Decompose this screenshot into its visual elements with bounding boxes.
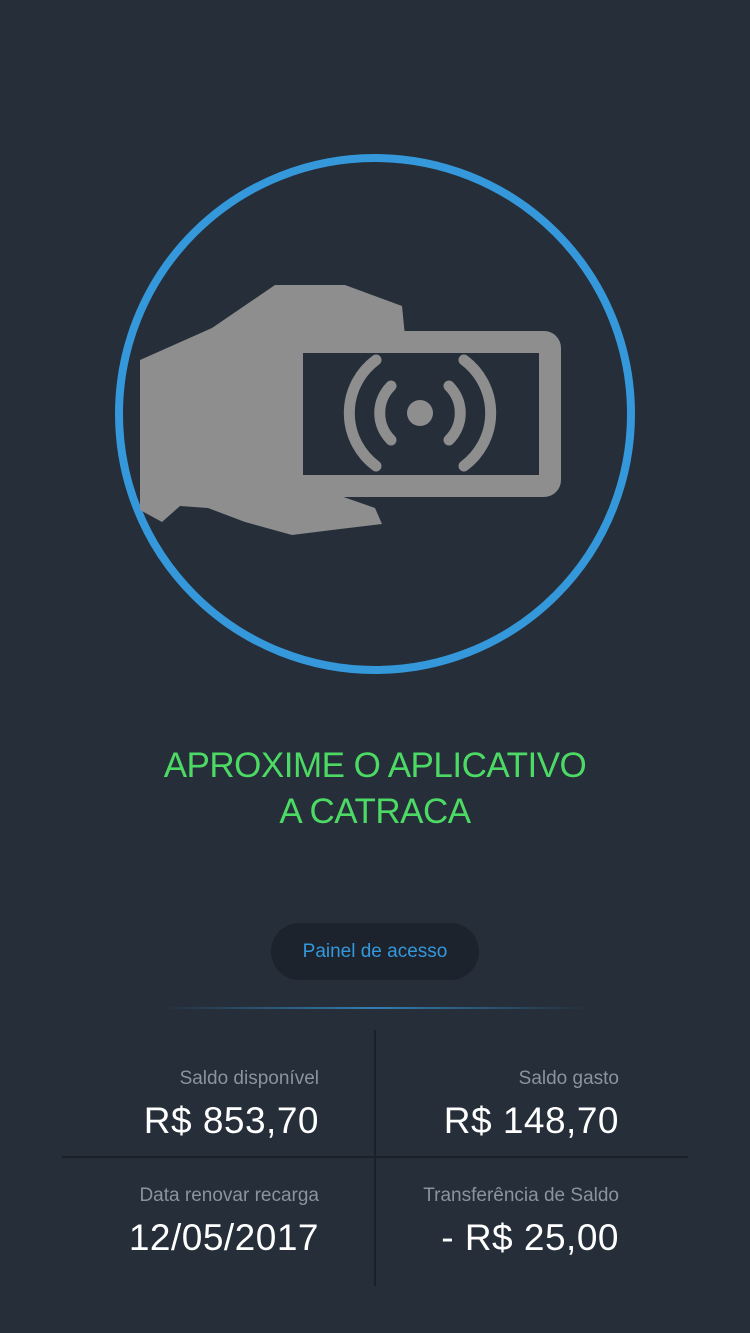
stat-saldo-gasto: Saldo gasto R$ 148,70 [319,1067,619,1143]
stat-value: R$ 853,70 [143,1100,319,1141]
grid-divider-horizontal [62,1156,688,1158]
stat-label: Saldo gasto [518,1068,619,1089]
balance-stats-grid: Saldo disponível R$ 853,70 Saldo gasto R… [62,1030,688,1286]
stat-label: Transferência de Saldo [423,1185,619,1206]
panel-access-button[interactable]: Painel de acesso [271,923,479,980]
nfc-instruction: APROXIME O APLICATIVO A CATRACA [0,743,750,835]
nfc-hero-graphic [115,154,635,674]
hand-holding-phone-nfc-icon [140,285,561,535]
glow-divider [160,1007,590,1009]
stat-label: Data renovar recarga [139,1185,319,1206]
instruction-line-2: A CATRACA [279,792,471,831]
stat-value: 12/05/2017 [128,1217,319,1258]
stat-saldo-disponivel: Saldo disponível R$ 853,70 [19,1067,319,1143]
instruction-line-1: APROXIME O APLICATIVO [163,746,587,785]
stat-transferencia-saldo[interactable]: Transferência de Saldo - R$ 25,00 [319,1184,619,1260]
stat-value: - R$ 25,00 [441,1217,619,1258]
stat-label: Saldo disponível [179,1068,319,1089]
stat-data-renovar-recarga: Data renovar recarga 12/05/2017 [19,1184,319,1260]
stat-value: R$ 148,70 [443,1100,619,1141]
